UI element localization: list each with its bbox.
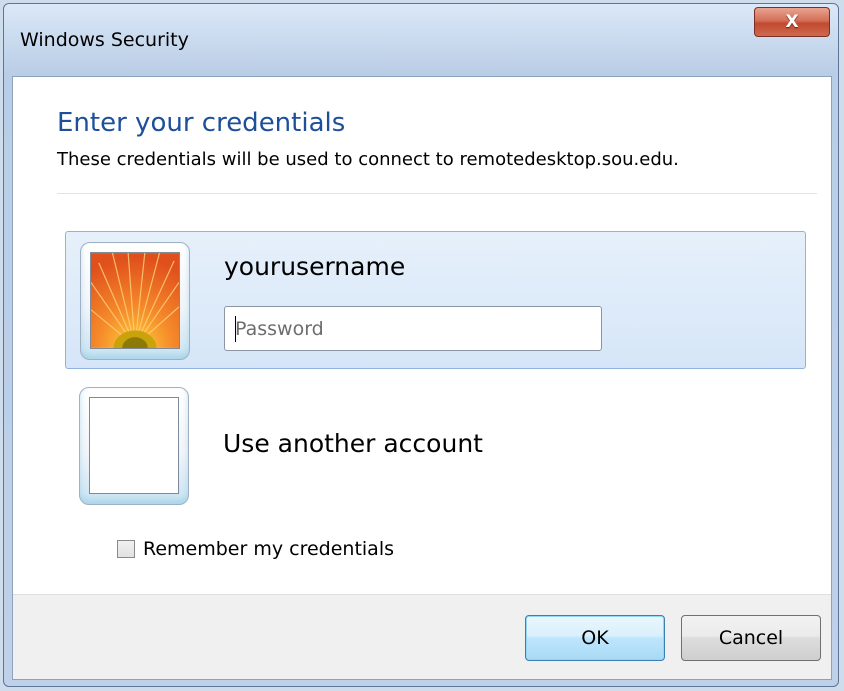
- dialog-heading: Enter your credentials: [57, 108, 346, 138]
- remember-credentials-label[interactable]: Remember my credentials: [143, 538, 394, 560]
- password-field[interactable]: [224, 306, 602, 351]
- header-divider: [57, 193, 817, 194]
- close-icon: X: [785, 12, 799, 32]
- dialog-footer: OK Cancel: [13, 594, 831, 679]
- close-button[interactable]: X: [754, 7, 830, 37]
- title-bar[interactable]: Windows Security X: [4, 4, 838, 76]
- dialog-body: Enter your credentials These credentials…: [12, 76, 832, 680]
- ok-button[interactable]: OK: [525, 615, 665, 661]
- dialog-description: These credentials will be used to connec…: [57, 149, 679, 170]
- window-title: Windows Security: [20, 29, 189, 51]
- cancel-button[interactable]: Cancel: [681, 615, 821, 661]
- remember-credentials-row[interactable]: Remember my credentials: [117, 538, 394, 560]
- remember-credentials-checkbox[interactable]: [117, 540, 135, 558]
- windows-security-dialog: Windows Security X Enter your credential…: [3, 3, 839, 687]
- flower-avatar-icon: [91, 253, 179, 348]
- avatar-frame: [79, 387, 189, 505]
- account-tile-selected[interactable]: yourusername: [65, 231, 806, 369]
- blank-avatar-icon: [89, 397, 179, 494]
- use-another-account-label: Use another account: [223, 429, 483, 458]
- text-caret: [235, 316, 236, 342]
- avatar-frame: [80, 242, 190, 360]
- account-username: yourusername: [224, 252, 406, 281]
- avatar: [90, 252, 180, 349]
- account-tile-other[interactable]: Use another account: [65, 383, 806, 511]
